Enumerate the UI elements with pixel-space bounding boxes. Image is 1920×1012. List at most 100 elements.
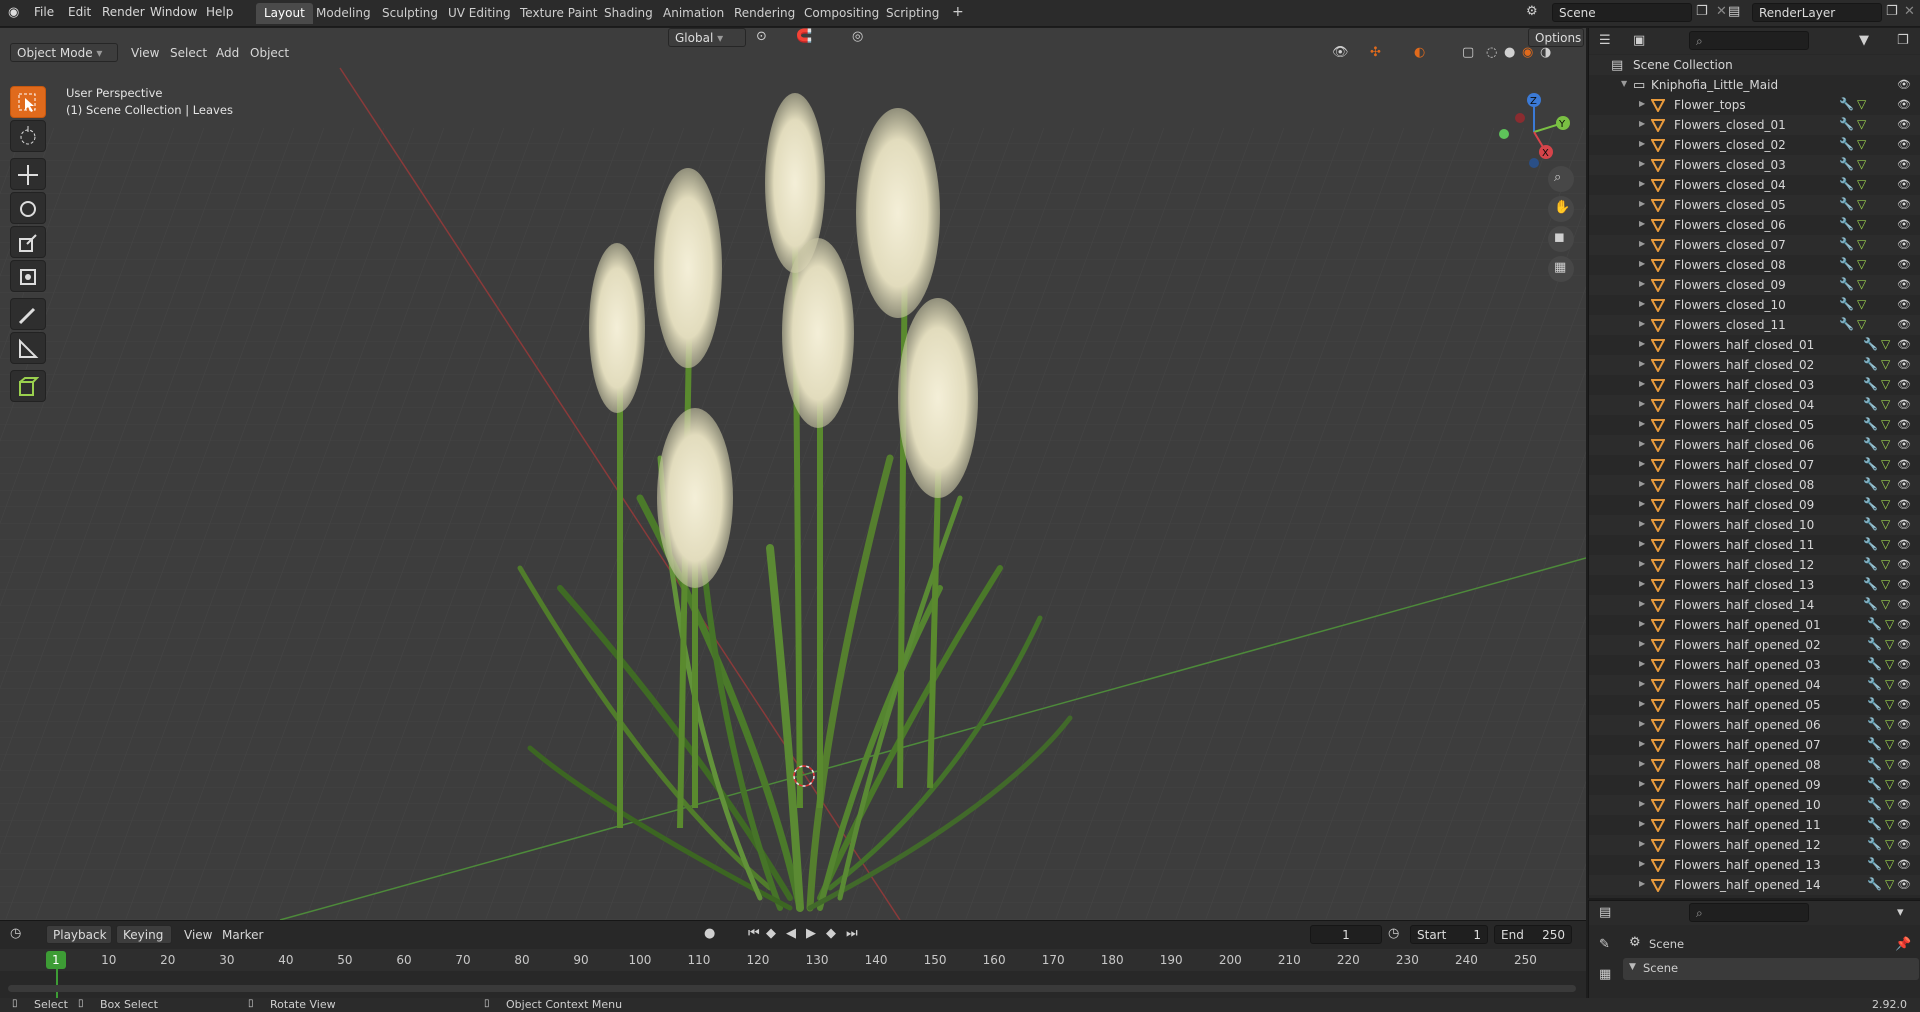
- modifier-wrench-icon[interactable]: 🔧: [1863, 437, 1878, 451]
- visibility-eye-icon[interactable]: 👁: [1897, 378, 1911, 391]
- mesh-data-icon[interactable]: ▽: [1881, 477, 1890, 491]
- visibility-eye-icon[interactable]: 👁: [1897, 258, 1911, 271]
- visibility-eye-icon[interactable]: 👁: [1897, 278, 1911, 291]
- outliner-item[interactable]: ▶ Flowers_half_opened_07 🔧 ▽ 👁: [1589, 735, 1920, 755]
- add-workspace-button[interactable]: +: [944, 1, 972, 22]
- outliner-item[interactable]: ▶ Flower_tops 🔧 ▽ 👁: [1589, 95, 1920, 115]
- expand-arrow-icon[interactable]: ▶: [1639, 339, 1645, 348]
- visibility-eye-icon[interactable]: 👁: [1897, 358, 1911, 371]
- gizmo-toggle-icon[interactable]: ✣: [1370, 45, 1381, 60]
- expand-arrow-icon[interactable]: ▶: [1639, 299, 1645, 308]
- collection-row[interactable]: ▼ ▭ Kniphofia_Little_Maid 👁: [1589, 75, 1920, 95]
- modifier-wrench-icon[interactable]: 🔧: [1863, 397, 1878, 411]
- modifier-wrench-icon[interactable]: 🔧: [1839, 177, 1854, 191]
- new-layer-icon[interactable]: ❐: [1886, 4, 1898, 19]
- outliner-item[interactable]: ▶ Flowers_closed_05 🔧 ▽ 👁: [1589, 195, 1920, 215]
- mesh-data-icon[interactable]: ▽: [1857, 117, 1866, 131]
- visibility-eye-icon[interactable]: 👁: [1897, 98, 1911, 111]
- menu-edit[interactable]: Edit: [68, 5, 91, 19]
- modifier-wrench-icon[interactable]: 🔧: [1867, 637, 1882, 651]
- modifier-wrench-icon[interactable]: 🔧: [1863, 377, 1878, 391]
- expand-arrow-icon[interactable]: ▶: [1639, 439, 1645, 448]
- options-button[interactable]: Options: [1528, 28, 1584, 47]
- expand-arrow-icon[interactable]: ▶: [1639, 559, 1645, 568]
- new-scene-icon[interactable]: ❐: [1696, 4, 1708, 19]
- visibility-eye-icon[interactable]: 👁: [1897, 198, 1911, 211]
- outliner-item[interactable]: ▶ Flowers_half_closed_13 🔧 ▽ 👁: [1589, 575, 1920, 595]
- modifier-wrench-icon[interactable]: 🔧: [1839, 317, 1854, 331]
- outliner-item[interactable]: ▶ Flowers_half_opened_12 🔧 ▽ 👁: [1589, 835, 1920, 855]
- tab-sculpting[interactable]: Sculpting: [374, 3, 446, 24]
- overlays-icon[interactable]: ◐: [1414, 45, 1425, 60]
- modifier-wrench-icon[interactable]: 🔧: [1839, 197, 1854, 211]
- mesh-data-icon[interactable]: ▽: [1881, 577, 1890, 591]
- visibility-eye-icon[interactable]: 👁: [1897, 238, 1911, 251]
- visibility-eye-icon[interactable]: 👁: [1897, 718, 1911, 731]
- expand-arrow-icon[interactable]: ▶: [1639, 779, 1645, 788]
- tab-scripting[interactable]: Scripting: [878, 3, 947, 24]
- scene-collection-row[interactable]: ▤ Scene Collection: [1589, 55, 1920, 75]
- mesh-data-icon[interactable]: ▽: [1857, 97, 1866, 111]
- outliner-item[interactable]: ▶ Flowers_half_opened_04 🔧 ▽ 👁: [1589, 675, 1920, 695]
- annotate-tool[interactable]: [10, 298, 46, 330]
- select-box-tool[interactable]: [10, 86, 46, 118]
- modifier-wrench-icon[interactable]: 🔧: [1867, 677, 1882, 691]
- modifier-wrench-icon[interactable]: 🔧: [1863, 457, 1878, 471]
- editor-type-icon[interactable]: ▤: [1599, 905, 1611, 920]
- expand-arrow-icon[interactable]: ▶: [1639, 259, 1645, 268]
- properties-search-input[interactable]: ⌕: [1689, 903, 1809, 922]
- mesh-data-icon[interactable]: ▽: [1881, 437, 1890, 451]
- cursor-tool[interactable]: [10, 120, 46, 152]
- tab-texture-paint[interactable]: Texture Paint: [512, 3, 605, 24]
- tab-shading[interactable]: Shading: [596, 3, 661, 24]
- modifier-wrench-icon[interactable]: 🔧: [1863, 577, 1878, 591]
- mesh-data-icon[interactable]: ▽: [1857, 237, 1866, 251]
- outliner-item[interactable]: ▶ Flowers_half_closed_09 🔧 ▽ 👁: [1589, 495, 1920, 515]
- scene-icon[interactable]: ⚙: [1526, 4, 1538, 19]
- solid-shading-icon[interactable]: ●: [1504, 45, 1515, 60]
- outliner-item[interactable]: ▶ Flowers_half_closed_04 🔧 ▽ 👁: [1589, 395, 1920, 415]
- modifier-wrench-icon[interactable]: 🔧: [1863, 357, 1878, 371]
- outliner-item[interactable]: ▶ Flowers_closed_09 🔧 ▽ 👁: [1589, 275, 1920, 295]
- outliner-item[interactable]: ▶ Flowers_closed_03 🔧 ▽ 👁: [1589, 155, 1920, 175]
- tab-uv-editing[interactable]: UV Editing: [440, 3, 519, 24]
- expand-arrow-icon[interactable]: ▶: [1639, 479, 1645, 488]
- visibility-eye-icon[interactable]: 👁: [1897, 698, 1911, 711]
- tab-rendering[interactable]: Rendering: [726, 3, 803, 24]
- outliner-item[interactable]: ▶ Flowers_half_opened_03 🔧 ▽ 👁: [1589, 655, 1920, 675]
- visibility-eye-icon[interactable]: 👁: [1897, 338, 1911, 351]
- modifier-wrench-icon[interactable]: 🔧: [1863, 497, 1878, 511]
- outliner-item[interactable]: ▶ Flowers_half_opened_11 🔧 ▽ 👁: [1589, 815, 1920, 835]
- outliner-item[interactable]: ▶ Flowers_half_opened_14 🔧 ▽ 👁: [1589, 875, 1920, 895]
- ortho-toggle-button[interactable]: ▦: [1548, 256, 1574, 282]
- modifier-wrench-icon[interactable]: 🔧: [1839, 257, 1854, 271]
- mesh-data-icon[interactable]: ▽: [1857, 157, 1866, 171]
- outliner-item[interactable]: ▶ Flowers_half_closed_05 🔧 ▽ 👁: [1589, 415, 1920, 435]
- outliner-item[interactable]: ▶ Flowers_half_closed_12 🔧 ▽ 👁: [1589, 555, 1920, 575]
- outliner-item[interactable]: ▶ Flowers_half_closed_03 🔧 ▽ 👁: [1589, 375, 1920, 395]
- modifier-wrench-icon[interactable]: 🔧: [1867, 777, 1882, 791]
- close-layer-icon[interactable]: ✕: [1904, 4, 1915, 19]
- expand-arrow-icon[interactable]: ▶: [1639, 579, 1645, 588]
- outliner-item[interactable]: ▶ Flowers_half_closed_01 🔧 ▽ 👁: [1589, 335, 1920, 355]
- visibility-eye-icon[interactable]: 👁: [1897, 538, 1911, 551]
- timeline-editor[interactable]: ◷ Playback Keying View Marker ● ⏮ ◆ ◀ ▶ …: [0, 920, 1586, 1000]
- expand-arrow-icon[interactable]: ▶: [1639, 499, 1645, 508]
- expand-arrow-icon[interactable]: ▶: [1639, 679, 1645, 688]
- outliner-item[interactable]: ▶ Flowers_half_opened_08 🔧 ▽ 👁: [1589, 755, 1920, 775]
- close-scene-icon[interactable]: ✕: [1716, 4, 1727, 19]
- modifier-wrench-icon[interactable]: 🔧: [1863, 557, 1878, 571]
- expand-arrow-icon[interactable]: ▶: [1639, 619, 1645, 628]
- expand-arrow-icon[interactable]: ▶: [1639, 199, 1645, 208]
- mesh-data-icon[interactable]: ▽: [1881, 457, 1890, 471]
- outliner-item[interactable]: ▶ Flowers_half_opened_09 🔧 ▽ 👁: [1589, 775, 1920, 795]
- modifier-wrench-icon[interactable]: 🔧: [1867, 877, 1882, 891]
- expand-arrow-icon[interactable]: ▶: [1639, 379, 1645, 388]
- snap-icon[interactable]: 🧲: [796, 29, 812, 44]
- navigation-gizmo[interactable]: Z Y X: [1490, 88, 1580, 178]
- visibility-eye-icon[interactable]: 👁: [1897, 518, 1911, 531]
- visibility-eye-icon[interactable]: 👁: [1897, 438, 1911, 451]
- expand-arrow-icon[interactable]: ▶: [1639, 859, 1645, 868]
- expand-arrow-icon[interactable]: ▶: [1639, 239, 1645, 248]
- mesh-data-icon[interactable]: ▽: [1881, 357, 1890, 371]
